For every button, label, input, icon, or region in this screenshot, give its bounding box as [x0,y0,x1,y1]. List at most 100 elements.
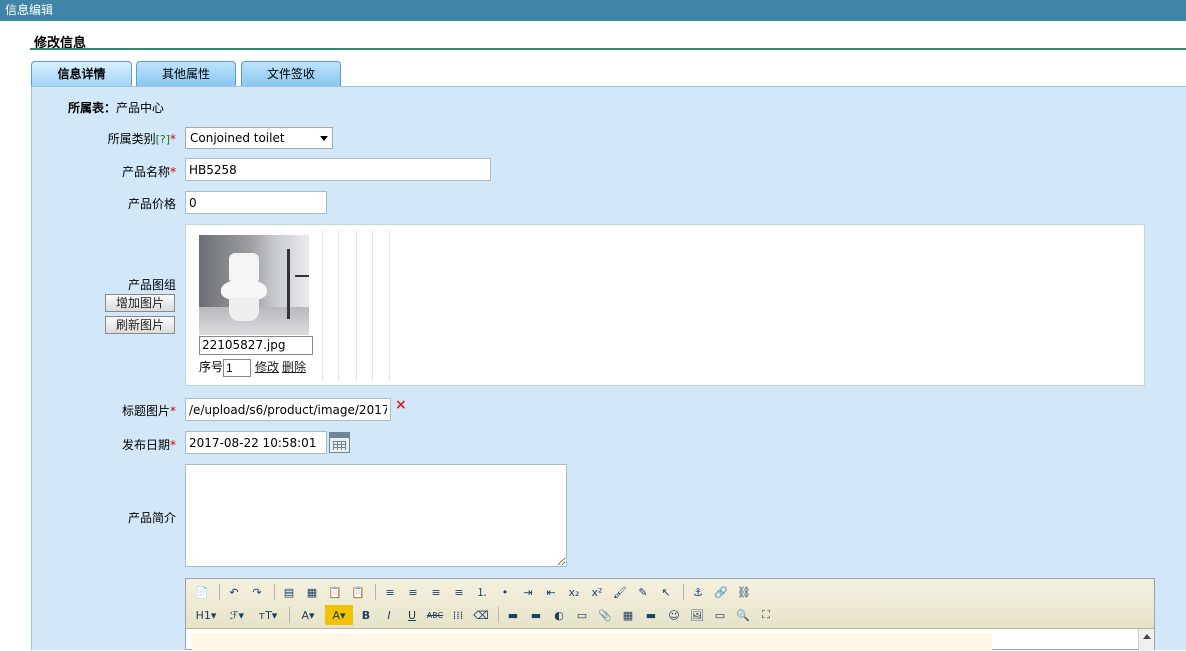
rich-text-editor: 📄 ↶ ↷ ▤ ▦ 📋 📋 ≡ ≡ ≡ ≡ ⒈ • ⇥ ⇤ x₂ x² 🖌 ✎ … [185,578,1155,651]
image-filename[interactable]: 22105827.jpg [199,336,313,355]
template-icon[interactable]: ▦ [302,582,322,602]
bold-icon[interactable]: B [356,605,376,625]
outdent-icon[interactable]: ⇤ [541,582,561,602]
table-icon[interactable]: ▦ [618,605,638,625]
title-image-input[interactable] [185,398,391,421]
insert-image-icon[interactable]: ▬ [503,605,523,625]
toilet-tank [229,253,259,281]
required-mark: * [170,404,176,418]
required-mark: * [170,438,176,452]
editor-toolbar: 📄 ↶ ↷ ▤ ▦ 📋 📋 ≡ ≡ ≡ ≡ ⒈ • ⇥ ⇤ x₂ x² 🖌 ✎ … [186,579,1154,629]
paste-text-icon[interactable]: 📋 [325,582,345,602]
editor-scrollbar[interactable] [1138,629,1154,651]
attachment-icon[interactable]: 📎 [595,605,615,625]
edit-image-link[interactable]: 修改 [255,360,279,374]
seq-input[interactable] [223,358,252,377]
thumbnail-pole [287,249,290,319]
table-row: 所属表：产品中心 [68,99,164,116]
image-gallery-icon[interactable]: 🖼 [687,605,707,625]
preview-icon[interactable]: 🔍 [733,605,753,625]
product-price-input[interactable] [185,191,327,214]
clear-icon[interactable]: × [395,397,407,413]
redo-icon[interactable]: ↷ [247,582,267,602]
category-select[interactable]: Conjoined toilet [185,127,333,149]
superscript-icon[interactable]: x² [587,582,607,602]
publish-date-input[interactable] [185,431,327,454]
highlight-color-icon[interactable]: A▾ [325,605,353,625]
underline-icon[interactable]: U [402,605,422,625]
toolbar-separator [219,584,220,600]
page-break-icon[interactable]: ▭ [710,605,730,625]
align-justify-icon[interactable]: ≡ [449,582,469,602]
media-icon[interactable]: ▭ [572,605,592,625]
title-image-label: 标题图片 [121,404,170,418]
calendar-header [330,433,349,438]
toolbar-separator [683,584,684,600]
required-mark: * [170,132,176,146]
category-select-value: Conjoined toilet [190,131,285,145]
product-thumbnail[interactable] [199,235,309,335]
anchor-icon[interactable]: ⚓ [688,582,708,602]
refresh-images-button[interactable]: 刷新图片 [105,316,175,334]
undo-icon[interactable]: ↶ [224,582,244,602]
delete-image-link[interactable]: 删除 [282,360,306,374]
fullscreen-icon[interactable]: ⛶ [756,605,776,625]
toolbar-separator [289,607,290,623]
eraser-icon[interactable]: ⌫ [471,605,491,625]
font-family-icon[interactable]: ℱ▾ [223,605,251,625]
flash-icon[interactable]: ◐ [549,605,569,625]
toilet-base [229,297,259,321]
format-painter-icon[interactable]: ✎ [633,582,653,602]
line-height-icon[interactable]: ⁞⁞⁞ [448,605,468,625]
window-titlebar: 信息编辑 [0,0,1186,21]
font-size-icon[interactable]: ᴛT▾ [254,605,282,625]
paste-word-icon[interactable]: 📋 [348,582,368,602]
scroll-up-icon[interactable] [1143,634,1151,639]
gallery-slot-divider [356,231,357,381]
heading-icon[interactable]: H1▾ [192,605,220,625]
subscript-icon[interactable]: x₂ [564,582,584,602]
font-color-icon[interactable]: A▾ [294,605,322,625]
gallery-slot-divider [389,231,390,381]
gallery-slot-divider [372,231,373,381]
image-seq-row: 序号 修改删除 [199,358,306,377]
link-icon[interactable]: 🔗 [711,582,731,602]
ordered-list-icon[interactable]: ⒈ [472,582,492,602]
new-page-icon[interactable]: ▤ [279,582,299,602]
italic-icon[interactable]: I [379,605,399,625]
add-image-button[interactable]: 增加图片 [105,294,175,312]
gallery-slot-divider [338,231,339,381]
image-gallery: 22105827.jpg 序号 修改删除 [185,224,1145,386]
seq-label: 序号 [199,360,224,374]
source-icon[interactable]: 📄 [192,582,212,602]
align-left-icon[interactable]: ≡ [380,582,400,602]
publish-date-label: 发布日期 [121,438,170,452]
section-divider [30,48,1186,50]
indent-icon[interactable]: ⇥ [518,582,538,602]
gallery-label: 产品图组 [127,278,176,292]
title-image-label-row: 标题图片* [60,402,176,419]
name-label-row: 产品名称* [60,163,176,180]
product-intro-textarea[interactable] [185,464,567,567]
category-help-link[interactable]: [?] [156,133,170,146]
tab-file-signoff[interactable]: 文件签收 [241,61,341,87]
emoticon-icon[interactable]: ☺ [664,605,684,625]
align-right-icon[interactable]: ≡ [426,582,446,602]
product-name-input[interactable] [185,158,491,181]
publish-date-label-row: 发布日期* [60,436,176,453]
select-all-icon[interactable]: ↖ [656,582,676,602]
thumbnail-rail [295,275,309,277]
unordered-list-icon[interactable]: • [495,582,515,602]
tab-other-attributes[interactable]: 其他属性 [136,61,236,87]
chevron-down-icon [320,136,328,141]
unlink-icon[interactable]: ⛓ [734,582,754,602]
align-center-icon[interactable]: ≡ [403,582,423,602]
clear-format-icon[interactable]: 🖌 [610,582,630,602]
editor-content-area[interactable] [192,633,992,651]
insert-multi-image-icon[interactable]: ▬ [526,605,546,625]
calendar-icon[interactable] [329,432,350,453]
strikethrough-icon[interactable]: ABC [425,605,445,625]
window-title: 信息编辑 [5,3,54,17]
horizontal-rule-icon[interactable]: ▬ [641,605,661,625]
tab-info-details[interactable]: 信息详情 [31,61,132,87]
